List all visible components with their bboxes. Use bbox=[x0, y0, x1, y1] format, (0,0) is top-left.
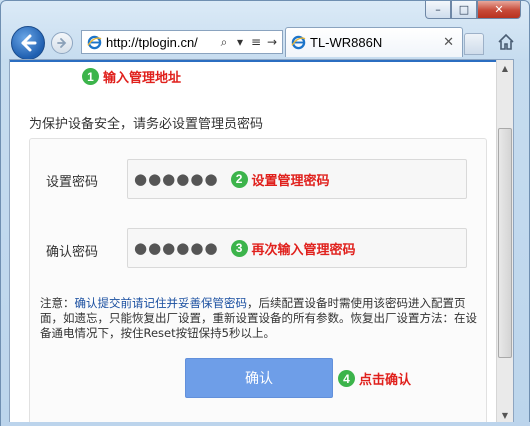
step-text: 点击确认 bbox=[359, 373, 412, 388]
step-text: 再次输入管理密码 bbox=[251, 242, 356, 258]
step-badge: 4 bbox=[338, 370, 355, 387]
note-prefix: 注意： bbox=[40, 296, 75, 310]
window-bottom-border bbox=[1, 422, 530, 426]
password-note: 注意：确认提交前请记住并妥善保管密码，后续配置设备时需使用该密码进入配置页面，如… bbox=[40, 296, 480, 341]
password-form: 设置密码 ●●●●●● 2 设置管理密码 确认密码 ●●●●●● 3 再次输入管… bbox=[29, 138, 487, 422]
close-window-button[interactable]: ✕ bbox=[477, 1, 521, 19]
confirm-password-value: ●●●●●● bbox=[134, 239, 219, 257]
password-label: 设置密码 bbox=[46, 175, 99, 190]
browser-window: – □ ✕ http://tplogin.cn/ ⌕ ▾ ≡ → TL-WR88… bbox=[0, 0, 530, 426]
note-highlight: 确认提交前请记住并妥善保管密码 bbox=[74, 296, 248, 310]
maximize-button[interactable]: □ bbox=[451, 1, 477, 19]
minimize-button[interactable]: – bbox=[425, 1, 451, 19]
tab-tl-wr886n[interactable]: TL-WR886N ✕ bbox=[285, 27, 463, 57]
ie-page-icon bbox=[86, 34, 102, 50]
refresh-icon[interactable]: → bbox=[265, 35, 279, 49]
intro-text: 为保护设备安全，请务必设置管理员密码 bbox=[29, 117, 264, 132]
password-value: ●●●●●● bbox=[134, 170, 219, 188]
vertical-scrollbar[interactable]: ▲ ▼ bbox=[496, 60, 513, 422]
arrow-left-icon bbox=[21, 34, 37, 52]
confirm-button[interactable]: 确认 bbox=[185, 358, 333, 398]
browser-toolbar: http://tplogin.cn/ ⌕ ▾ ≡ → TL-WR886N ✕ bbox=[1, 25, 530, 60]
step2-annotation: 2 设置管理密码 bbox=[230, 170, 330, 189]
step-text: 设置管理密码 bbox=[251, 173, 330, 189]
confirm-password-label: 确认密码 bbox=[46, 245, 99, 260]
tab-close-icon[interactable]: ✕ bbox=[443, 35, 454, 50]
step4-annotation: 4 点击确认 bbox=[338, 369, 411, 388]
search-icon[interactable]: ⌕ bbox=[217, 35, 231, 50]
step-text: 输入管理地址 bbox=[103, 71, 182, 86]
home-icon bbox=[498, 33, 514, 50]
scroll-down-icon[interactable]: ▼ bbox=[497, 407, 513, 422]
page-viewport: 1 输入管理地址 为保护设备安全，请务必设置管理员密码 设置密码 ●●●●●● … bbox=[9, 59, 514, 423]
arrow-right-icon bbox=[57, 38, 67, 48]
address-bar[interactable]: http://tplogin.cn/ ⌕ ▾ ≡ → bbox=[81, 30, 283, 54]
step-badge: 1 bbox=[82, 68, 99, 85]
confirm-password-input[interactable]: ●●●●●● 3 再次输入管理密码 bbox=[127, 228, 467, 268]
window-controls: – □ ✕ bbox=[425, 1, 521, 19]
home-button[interactable] bbox=[495, 31, 517, 53]
forward-button[interactable] bbox=[51, 32, 73, 54]
step3-annotation: 3 再次输入管理密码 bbox=[230, 239, 356, 258]
password-input[interactable]: ●●●●●● 2 设置管理密码 bbox=[127, 159, 467, 199]
scroll-up-icon[interactable]: ▲ bbox=[497, 60, 513, 77]
ie-tab-icon bbox=[290, 35, 306, 51]
back-button[interactable] bbox=[11, 26, 45, 60]
step-badge: 3 bbox=[230, 239, 248, 257]
step1-annotation: 1 输入管理地址 bbox=[82, 67, 181, 86]
compatibility-view-icon[interactable]: ≡ bbox=[249, 35, 263, 49]
address-url[interactable]: http://tplogin.cn/ bbox=[106, 35, 217, 50]
new-tab-button[interactable] bbox=[464, 33, 484, 55]
scrollbar-thumb[interactable] bbox=[498, 128, 512, 358]
page-header-line bbox=[10, 60, 505, 62]
tab-title: TL-WR886N bbox=[310, 35, 383, 50]
dropdown-icon[interactable]: ▾ bbox=[233, 35, 247, 49]
step-badge: 2 bbox=[230, 170, 248, 188]
